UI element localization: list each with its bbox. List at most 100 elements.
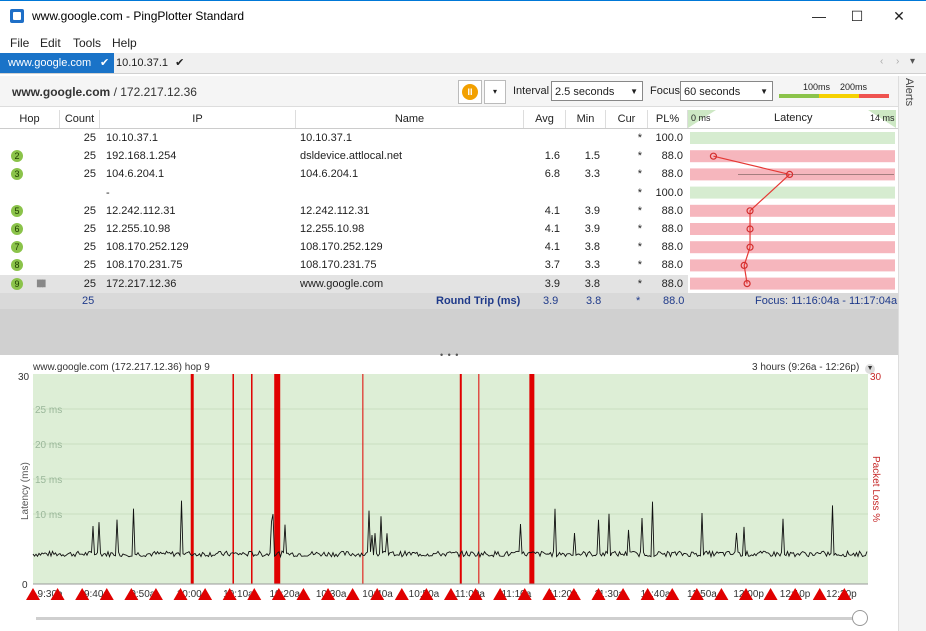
hop-min: 1.5 (584, 150, 600, 163)
hop-name: 108.170.252.129 (300, 241, 383, 254)
table-row[interactable]: 7 25 108.170.252.129 108.170.252.129 4.1 3.8 *… (0, 238, 688, 256)
interval-value: 2.5 seconds (555, 86, 615, 98)
bar-chart-icon[interactable]: ▮▮▮ (36, 275, 46, 293)
menu-edit[interactable]: Edit (40, 36, 61, 50)
hop-ip: 12.242.112.31 (106, 204, 176, 217)
menu-tools[interactable]: Tools (73, 36, 101, 50)
hop-name: 108.170.231.75 (300, 259, 377, 272)
latency-row-bg (690, 223, 895, 235)
hop-ip: 104.6.204.1 (106, 168, 165, 181)
col-pl[interactable]: PL% (648, 110, 688, 128)
hop-count (60, 184, 96, 202)
menu-help[interactable]: Help (112, 36, 137, 50)
alerts-label[interactable]: Alerts (903, 78, 915, 106)
hop-count: 25 (83, 241, 96, 254)
summary-avg: 3.9 (543, 295, 559, 307)
hop-cur: * (637, 168, 642, 181)
timeline-handle[interactable] (852, 610, 868, 626)
menu-file[interactable]: File (10, 36, 29, 50)
col-avg[interactable]: Avg (524, 110, 566, 128)
table-row[interactable]: 9 ▮▮▮ 25 172.217.12.36 www.google.com 3.9 3.8 *… (0, 274, 688, 293)
tab-scroll-left-icon[interactable]: ‹ (880, 56, 883, 67)
hop-min: 3.8 (584, 241, 600, 254)
target-title: www.google.com / 172.217.12.36 (12, 85, 197, 99)
table-row[interactable]: - * 100.0 (0, 184, 688, 202)
hop-cur: * (637, 186, 642, 199)
pause-icon: II (462, 84, 478, 100)
col-latency[interactable]: 0 ms Latency 14 ms (688, 110, 896, 128)
packet-loss-marker (812, 588, 827, 600)
hop-avg: 1.6 (544, 150, 560, 163)
latency-plot (690, 132, 895, 290)
table-row[interactable]: 2 25 192.168.1.254 dsldevice.attlocal.net 1.… (0, 147, 688, 165)
hop-cur: * (637, 150, 642, 163)
latency-row-bg (690, 204, 895, 217)
hop-pl: 100.0 (655, 186, 683, 199)
table-row[interactable]: 25 10.10.37.1 10.10.37.1 * 100.0 (0, 129, 688, 147)
hop-min (566, 184, 600, 202)
scale-green (779, 94, 819, 98)
timeline-scrollbar[interactable] (36, 617, 862, 620)
pause-button[interactable]: II (458, 80, 482, 104)
hop-avg (524, 129, 560, 147)
col-hop[interactable]: Hop (0, 110, 60, 128)
hop-ip: 108.170.231.75 (106, 259, 183, 272)
hop-cur: * (637, 204, 642, 217)
close-button[interactable]: ✕ (876, 0, 922, 32)
summary-focus: Focus: 11:16:04a - 11:17:04a (755, 295, 898, 307)
col-ip[interactable]: IP (100, 110, 296, 128)
hop-count: 25 (83, 150, 96, 163)
hop-pl: 88.0 (661, 223, 683, 235)
hop-avg: 4.1 (544, 204, 560, 217)
hop-badge: 6 (11, 223, 23, 235)
round-trip-row: 25 Round Trip (ms) 3.9 3.8 * 88.0 Focus:… (0, 293, 898, 309)
window-title: www.google.com - PingPlotter Standard (32, 9, 245, 23)
hop-badge: 7 (11, 241, 23, 254)
hop-pl: 88.0 (661, 241, 683, 254)
hop-badge: 2 (11, 150, 23, 163)
table-row[interactable]: 3 25 104.6.204.1 104.6.204.1 6.8 3.3 * 88.0 (0, 165, 688, 183)
hop-avg (524, 184, 560, 202)
hop-count: 25 (83, 259, 96, 272)
packet-loss-bar (190, 374, 194, 584)
hop-pl: 88.0 (661, 204, 683, 217)
check-icon: ✔ (100, 57, 110, 69)
interval-select[interactable]: 2.5 seconds ▼ (551, 81, 643, 101)
table-row[interactable]: 8 25 108.170.231.75 108.170.231.75 3.7 3.3 * 88… (0, 256, 688, 274)
tab-scroll-right-icon[interactable]: › (896, 56, 899, 67)
focus-select[interactable]: 60 seconds ▼ (680, 81, 773, 101)
hop-name: 104.6.204.1 (300, 168, 359, 181)
latency-graph[interactable]: 25 ms 20 ms 15 ms 10 ms 30 0 30 Latency (ms) Pac… (0, 370, 898, 605)
hop-ip: 172.217.12.36 (106, 277, 177, 290)
table-row[interactable]: 6 25 12.255.10.98 12.255.10.98 4.1 3.9 * 88.0 (0, 220, 688, 238)
y-axis-top-label: 30 (18, 372, 30, 383)
alerts-panel[interactable] (898, 76, 926, 631)
hop-count: 25 (83, 204, 96, 217)
y-axis-bottom-label: 0 (22, 580, 28, 591)
hop-avg: 4.1 (544, 223, 560, 235)
grid-label: 10 ms (35, 510, 62, 521)
col-min[interactable]: Min (566, 110, 606, 128)
maximize-button[interactable]: ☐ (834, 0, 880, 32)
col-name[interactable]: Name (296, 110, 524, 128)
col-count[interactable]: Count (60, 110, 100, 128)
hop-min: 3.3 (584, 168, 600, 181)
tab-www-google[interactable]: www.google.com ✔ (0, 53, 114, 73)
hop-min: 3.9 (584, 223, 600, 235)
tab-list-icon[interactable]: ▾ (910, 56, 915, 67)
trace-options-button[interactable]: ▾ (484, 80, 506, 104)
latency-header-label: Latency (774, 112, 813, 124)
hop-min: 3.3 (584, 259, 600, 272)
hop-name: 12.242.112.31 (300, 204, 370, 217)
y2-axis-label: Packet Loss % (870, 456, 881, 522)
focus-label: Focus (650, 85, 680, 97)
tab-10-10-37-1[interactable]: 10.10.37.1 ✔ (116, 53, 184, 73)
col-cur[interactable]: Cur (606, 110, 648, 128)
grid-label: 25 ms (35, 405, 62, 416)
summary-label: Round Trip (ms) (436, 295, 521, 307)
check-icon: ✔ (175, 57, 185, 69)
table-row[interactable]: 5 25 12.242.112.31 12.242.112.31 4.1 3.9 * 88.0 (0, 202, 688, 220)
latency-row-bg (690, 132, 895, 144)
hop-badge: 3 (11, 168, 23, 181)
hop-cur: * (637, 241, 642, 254)
